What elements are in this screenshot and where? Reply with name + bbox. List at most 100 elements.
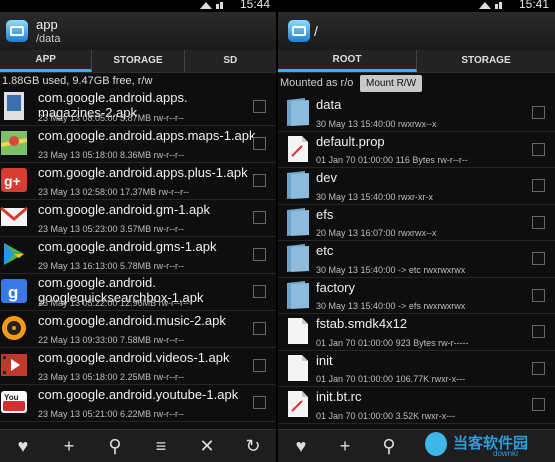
app-logo-icon[interactable] bbox=[288, 20, 310, 42]
file-list: data 30 May 13 15:40:00 rwxrwx--x defaul… bbox=[278, 95, 555, 424]
list-item[interactable]: fstab.smdk4x12 01 Jan 70 01:00:00 923 By… bbox=[278, 314, 555, 351]
select-checkbox[interactable] bbox=[532, 252, 545, 265]
watermark-icon bbox=[425, 432, 447, 456]
select-checkbox[interactable] bbox=[532, 142, 545, 156]
refresh-icon[interactable]: ↻ bbox=[238, 431, 268, 461]
list-item[interactable]: data 30 May 13 15:40:00 rwxrwx--x bbox=[278, 95, 555, 132]
file-meta: 30 May 13 15:40:00 -> etc rwxrwxrwx bbox=[316, 264, 466, 275]
header: app /data bbox=[0, 12, 276, 50]
list-item[interactable]: dev 30 May 13 15:40:00 rwxr-xr-x bbox=[278, 168, 555, 205]
file-meta: 01 Jan 70 01:00:00 106.77K rwxr-x--- bbox=[316, 374, 466, 384]
list-item[interactable]: etc 30 May 13 15:40:00 -> etc rwxrwxrwx bbox=[278, 241, 555, 278]
videos-icon bbox=[1, 354, 27, 376]
select-checkbox[interactable] bbox=[253, 396, 266, 409]
magazines-icon bbox=[4, 92, 24, 120]
file-meta: 22 May 13 09:33:00 7.58MB rw-r--r-- bbox=[38, 335, 185, 345]
add-icon[interactable]: + bbox=[330, 431, 360, 461]
status-time: 15:41 bbox=[518, 0, 549, 11]
google-search-icon: g bbox=[1, 279, 27, 303]
storage-info: 1.88GB used, 9.47GB free, r/w bbox=[2, 75, 153, 87]
favorite-icon[interactable]: ♥ bbox=[8, 431, 38, 461]
mount-rw-button[interactable]: Mount R/W bbox=[360, 75, 423, 92]
search-icon[interactable]: ⚲ bbox=[374, 431, 404, 461]
wifi-signal-icon bbox=[479, 2, 502, 9]
select-checkbox[interactable] bbox=[532, 325, 545, 338]
close-icon[interactable]: ✕ bbox=[192, 431, 222, 461]
list-item[interactable]: factory 30 May 13 15:40:00 -> efs rwxrwx… bbox=[278, 278, 555, 314]
tab-storage[interactable]: STORAGE bbox=[417, 50, 555, 72]
select-checkbox[interactable] bbox=[253, 248, 266, 261]
file-meta: 23 May 13 05:23:00 3.57MB rw-r--r-- bbox=[38, 224, 185, 234]
file-name: com.google.android.apps.plus-1.apk bbox=[38, 165, 248, 180]
file-name: data bbox=[316, 97, 342, 112]
header: / bbox=[278, 12, 555, 50]
file-name: factory bbox=[316, 279, 356, 295]
file-name: com.google.android.apps.maps-1.apk bbox=[38, 128, 256, 143]
svg-text:g: g bbox=[8, 283, 18, 302]
select-checkbox[interactable] bbox=[253, 322, 266, 335]
select-checkbox[interactable] bbox=[532, 179, 545, 192]
file-meta: 23 May 13 08:05:00 5.87MB rw-r--r-- bbox=[38, 113, 185, 123]
file-meta: 23 May 13 05:18:00 2.25MB rw-r--r-- bbox=[38, 372, 185, 382]
list-item[interactable]: com.google.android.apps.maps-1.apk 23 Ma… bbox=[0, 126, 276, 163]
favorite-icon[interactable]: ♥ bbox=[286, 431, 316, 461]
file-meta: 30 May 13 15:40:00 -> efs rwxrwxrwx bbox=[316, 301, 466, 311]
list-item[interactable]: com.google.android.apps. magazines-2.apk … bbox=[0, 89, 276, 126]
svg-text:g+: g+ bbox=[4, 173, 21, 189]
list-item[interactable]: com.google.android.gms-1.apk 29 May 13 1… bbox=[0, 237, 276, 274]
tab-bar: ROOT STORAGE bbox=[278, 50, 555, 73]
header-title: / bbox=[314, 23, 318, 39]
sort-icon[interactable]: ≡ bbox=[146, 431, 176, 461]
select-checkbox[interactable] bbox=[532, 398, 545, 411]
folder-icon bbox=[287, 98, 309, 126]
status-bar: 15:41 bbox=[278, 0, 555, 12]
select-checkbox[interactable] bbox=[253, 359, 266, 372]
file-meta: 23 May 13 05:21:00 6.22MB rw-r--r-- bbox=[38, 409, 185, 419]
folder-icon bbox=[287, 171, 309, 199]
header-title: app bbox=[36, 17, 58, 32]
file-name: com.google.android.youtube-1.apk bbox=[38, 387, 239, 402]
select-checkbox[interactable] bbox=[532, 215, 545, 229]
select-checkbox[interactable] bbox=[253, 137, 266, 150]
left-panel: 15:44 app /data APP STORAGE SD 1.88GB us… bbox=[0, 0, 276, 462]
list-item[interactable]: efs 20 May 13 16:07:00 rwxrwx--x bbox=[278, 205, 555, 241]
select-checkbox[interactable] bbox=[532, 106, 545, 119]
list-item[interactable]: g com.google.android. googlequicksearchbo… bbox=[0, 274, 276, 311]
list-item[interactable]: default.prop 01 Jan 70 01:00:00 116 Byte… bbox=[278, 132, 555, 168]
status-time: 15:44 bbox=[239, 0, 270, 11]
tab-root[interactable]: ROOT bbox=[278, 50, 417, 72]
file-name: fstab.smdk4x12 bbox=[316, 316, 408, 331]
file-icon bbox=[288, 391, 308, 417]
file-meta: 01 Jan 70 01:00:00 3.52K rwxr-x--- bbox=[316, 410, 456, 421]
add-icon[interactable]: + bbox=[54, 431, 84, 461]
file-name: init bbox=[316, 352, 333, 368]
list-item[interactable]: You com.google.android.youtube-1.apk 23 … bbox=[0, 385, 276, 422]
list-item[interactable]: g+ com.google.android.apps.plus-1.apk 23… bbox=[0, 163, 276, 200]
file-meta: 23 May 13 05:18:00 8.36MB rw-r--r-- bbox=[38, 150, 185, 160]
select-checkbox[interactable] bbox=[253, 174, 266, 187]
tab-sd[interactable]: SD bbox=[185, 50, 276, 72]
select-checkbox[interactable] bbox=[253, 285, 266, 298]
search-icon[interactable]: ⚲ bbox=[100, 431, 130, 461]
status-bar: 15:44 bbox=[0, 0, 276, 12]
file-name: com.google.android.gm-1.apk bbox=[38, 202, 210, 217]
play-services-icon bbox=[4, 243, 24, 265]
tab-app[interactable]: APP bbox=[0, 50, 93, 72]
file-meta: 01 Jan 70 01:00:00 923 Bytes rw-r----- bbox=[316, 337, 469, 348]
app-logo-icon[interactable] bbox=[6, 20, 28, 42]
select-checkbox[interactable] bbox=[253, 100, 266, 113]
list-item[interactable]: com.google.android.music-2.apk 22 May 13… bbox=[0, 311, 276, 348]
file-meta: 30 May 13 15:40:00 rwxr-xr-x bbox=[316, 191, 434, 202]
list-item[interactable]: init 01 Jan 70 01:00:00 106.77K rwxr-x--… bbox=[278, 351, 555, 387]
file-name: com.google.android.gms-1.apk bbox=[38, 239, 217, 254]
file-name: dev bbox=[316, 170, 337, 185]
select-checkbox[interactable] bbox=[532, 361, 545, 375]
select-checkbox[interactable] bbox=[253, 211, 266, 224]
svg-text:You: You bbox=[4, 393, 19, 402]
file-meta: 01 Jan 70 01:00:00 116 Bytes rw-r--r-- bbox=[316, 155, 468, 165]
list-item[interactable]: com.google.android.videos-1.apk 23 May 1… bbox=[0, 348, 276, 385]
list-item[interactable]: com.google.android.gm-1.apk 23 May 13 05… bbox=[0, 200, 276, 237]
tab-storage[interactable]: STORAGE bbox=[92, 50, 185, 72]
select-checkbox[interactable] bbox=[532, 288, 545, 302]
list-item[interactable]: init.bt.rc 01 Jan 70 01:00:00 3.52K rwxr… bbox=[278, 387, 555, 424]
